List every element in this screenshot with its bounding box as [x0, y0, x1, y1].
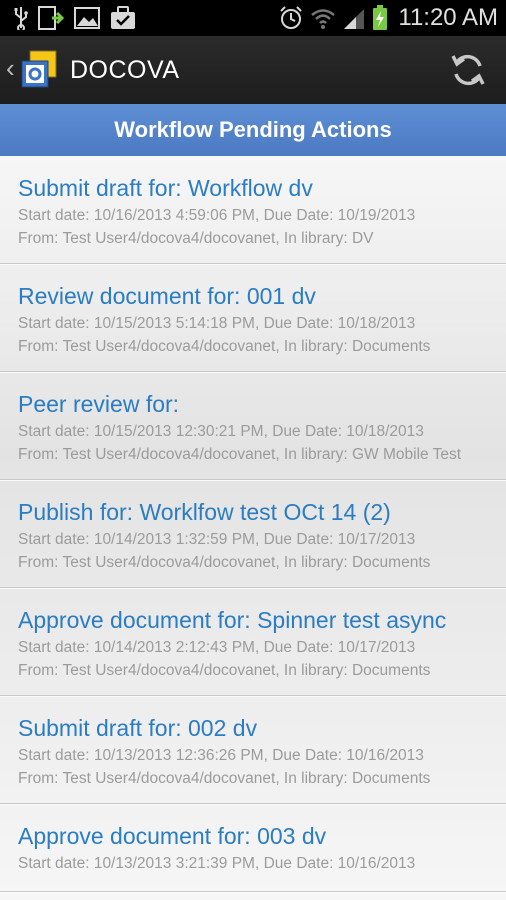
list-item[interactable]: Submit draft for: 002 dv Start date: 10/… [0, 696, 506, 804]
item-title[interactable]: Approve document for: 003 dv [18, 822, 488, 850]
signal-icon [344, 9, 365, 29]
list-item[interactable]: Approve document for: 003 dv Start date:… [0, 804, 506, 892]
wifi-icon [311, 9, 336, 29]
briefcase-icon [111, 6, 135, 29]
item-from: From: Test User4/docova4/docovanet, In l… [18, 230, 374, 247]
list-item[interactable]: Review document for: 001 dv Start date: … [0, 264, 506, 372]
item-dates: Start date: 10/14/2013 2:12:43 PM, Due D… [18, 639, 416, 656]
item-title[interactable]: Submit draft for: 002 dv [18, 714, 488, 742]
item-title[interactable]: Submit draft for: Workflow dv [18, 174, 488, 202]
usb-icon [14, 7, 28, 30]
list-item[interactable]: Submit draft for: Workflow dv Start date… [0, 156, 506, 264]
item-from: From: Test User4/docova4/docovanet, In l… [18, 770, 431, 787]
item-from: From: Test User4/docova4/docovanet, In l… [18, 446, 462, 463]
battery-icon [373, 5, 388, 30]
app-bar: ‹ DOCOVA [0, 36, 506, 104]
item-dates: Start date: 10/14/2013 1:32:59 PM, Due D… [18, 531, 416, 548]
list-item[interactable]: Publish for: Worklfow test OCt 14 (2) St… [0, 480, 506, 588]
item-title[interactable]: Peer review for: [18, 390, 488, 418]
back-chevron-icon[interactable]: ‹ [6, 55, 15, 81]
docova-logo-icon[interactable] [20, 49, 62, 91]
list-item[interactable]: Approve document for: Spinner test async… [0, 588, 506, 696]
clock-time: 11:20 AM [398, 4, 498, 31]
item-dates: Start date: 10/15/2013 12:30:21 PM, Due … [18, 423, 424, 440]
image-icon [74, 7, 100, 29]
item-dates: Start date: 10/15/2013 5:14:18 PM, Due D… [18, 315, 416, 332]
item-dates: Start date: 10/13/2013 12:36:26 PM, Due … [18, 747, 424, 764]
item-from: From: Test User4/docova4/docovanet, In l… [18, 554, 431, 571]
item-dates: Start date: 10/16/2013 4:59:06 PM, Due D… [18, 207, 416, 224]
item-title[interactable]: Publish for: Worklfow test OCt 14 (2) [18, 498, 488, 526]
app-title: DOCOVA [70, 56, 180, 84]
item-title[interactable]: Approve document for: Spinner test async [18, 606, 488, 634]
refresh-icon[interactable] [448, 50, 488, 90]
page-title: Workflow Pending Actions [0, 104, 506, 157]
alarm-icon [280, 6, 303, 29]
pending-actions-list: Submit draft for: Workflow dv Start date… [0, 156, 506, 900]
status-bar: 11:20 AM [0, 0, 506, 36]
item-from: From: Test User4/docova4/docovanet, In l… [18, 662, 431, 679]
item-from: From: Test User4/docova4/docovanet, In l… [18, 338, 431, 355]
download-icon [38, 6, 64, 30]
item-title[interactable]: Review document for: 001 dv [18, 282, 488, 310]
list-item[interactable]: Peer review for: Start date: 10/15/2013 … [0, 372, 506, 480]
item-dates: Start date: 10/13/2013 3:21:39 PM, Due D… [18, 855, 416, 872]
